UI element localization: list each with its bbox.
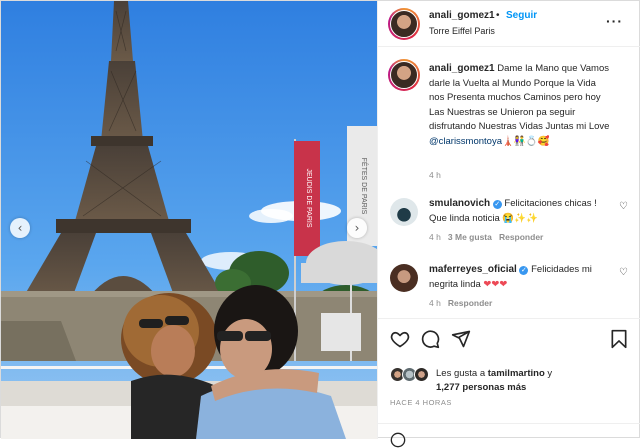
reply-button[interactable]: Responder (448, 298, 492, 308)
avatar[interactable] (390, 10, 418, 38)
heart-icon[interactable]: ♡ (619, 201, 628, 212)
caption: anali_gomez1 Dame la Mano que Vamos darl… (429, 62, 613, 149)
comment-time[interactable]: 4 h (429, 232, 441, 242)
comment-username[interactable]: smulanovich (429, 198, 490, 209)
more-horizontal-icon[interactable]: ··· (606, 13, 623, 29)
story-ring[interactable] (388, 8, 420, 40)
post-header: anali_gomez1 • Seguir Torre Eiffel Paris… (378, 1, 640, 47)
share-icon[interactable] (451, 329, 471, 349)
bookmark-icon[interactable] (609, 329, 629, 349)
comment-avatar[interactable] (390, 198, 418, 226)
comment-body: maferreyes_oficial ✓ Felicidades mi negr… (429, 263, 615, 292)
liker-avatar[interactable] (414, 367, 429, 382)
header-username[interactable]: anali_gomez1 (429, 10, 495, 21)
comment-emojis: 😭✨✨ (502, 212, 538, 224)
likes-summary: Les gusta a tamilmartino y 1,277 persona… (436, 367, 552, 395)
post-actions: Les gusta a tamilmartino y 1,277 persona… (378, 318, 640, 448)
heart-icon[interactable] (390, 329, 410, 349)
banner-text: JEUDIS DE PARIS (305, 169, 312, 228)
add-comment-row (378, 423, 640, 448)
verified-badge-icon: ✓ (519, 266, 529, 275)
caption-username[interactable]: anali_gomez1 (429, 63, 495, 74)
comments-list[interactable]: anali_gomez1 Dame la Mano que Vamos darl… (378, 48, 640, 318)
caption-emojis: 🗼👫💍🥰 (502, 135, 550, 147)
comment-avatar[interactable] (390, 264, 418, 292)
caption-time[interactable]: 4 h (429, 170, 441, 180)
photo-scene: JEUDIS DE PARIS FÊTES DE PARIS (1, 1, 377, 439)
likes-joiner: y (547, 368, 553, 379)
caption-avatar[interactable] (390, 61, 418, 89)
follow-button[interactable]: Seguir (506, 10, 537, 21)
likes-first-user[interactable]: tamilmartino (488, 368, 545, 379)
post-side-panel: anali_gomez1 • Seguir Torre Eiffel Paris… (377, 1, 640, 448)
comment-body: smulanovich ✓ Felicitaciones chicas ! Qu… (429, 197, 615, 226)
caption-story-ring[interactable] (388, 59, 420, 91)
caption-mention[interactable]: @clarissmontoya (429, 136, 502, 147)
post-modal: JEUDIS DE PARIS FÊTES DE PARIS ‹ › anali… (0, 0, 640, 448)
banner2-text: FÊTES DE PARIS (360, 158, 369, 215)
comment-username[interactable]: maferreyes_oficial (429, 264, 517, 275)
comment-emojis: ❤❤❤ (483, 278, 508, 290)
comment-time[interactable]: 4 h (429, 298, 441, 308)
location-link[interactable]: Torre Eiffel Paris (429, 26, 495, 36)
comment-meta: 4 h 3 Me gusta Responder (429, 232, 543, 242)
separator-dot: • (496, 10, 500, 21)
reply-button[interactable]: Responder (499, 232, 543, 242)
comment-meta: 4 h Responder (429, 298, 492, 308)
verified-badge-icon: ✓ (492, 200, 502, 209)
chevron-left-icon[interactable]: ‹ (10, 218, 30, 238)
comment-icon[interactable] (420, 329, 440, 349)
post-timestamp[interactable]: HACE 4 HORAS (390, 398, 452, 407)
comment-likes[interactable]: 3 Me gusta (448, 232, 492, 242)
emoji-icon[interactable] (390, 432, 406, 448)
likes-prefix: Les gusta a (436, 368, 486, 379)
heart-icon[interactable]: ♡ (619, 267, 628, 278)
chevron-right-icon[interactable]: › (347, 218, 367, 238)
post-photo[interactable]: JEUDIS DE PARIS FÊTES DE PARIS ‹ › (1, 1, 377, 439)
likes-others[interactable]: 1,277 personas más (436, 382, 526, 393)
